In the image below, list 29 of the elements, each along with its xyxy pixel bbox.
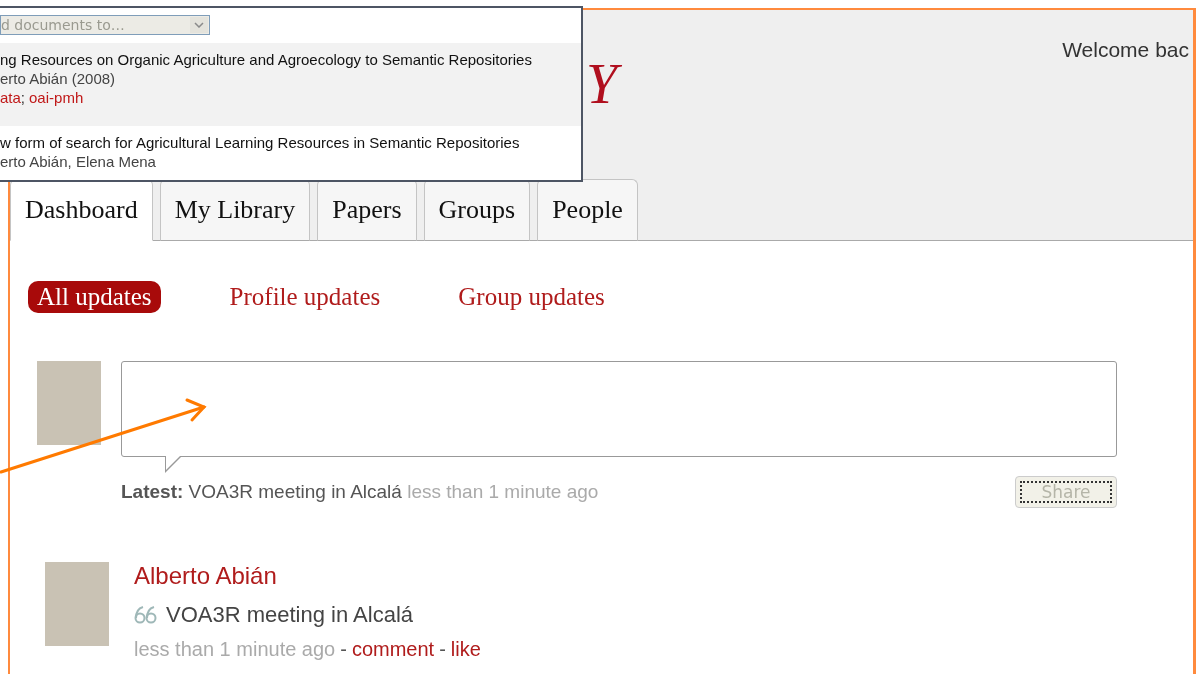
latest-status-text: Latest: VOA3R meeting in Alcalá less than 1 minute ago <box>121 481 599 503</box>
tab[interactable]: Dashboard <box>10 179 153 241</box>
timestamp-text: less than 1 minute ago <box>134 638 336 661</box>
result-item[interactable]: w form of search for Agricultural Learning Resources in Semantic Repositories erto Abián, Elena Mena <box>0 126 581 180</box>
tab[interactable]: Groups <box>423 179 531 241</box>
caret-icon <box>190 17 208 33</box>
tag-link[interactable]: ata <box>0 89 21 106</box>
welcome-text: Welcome bac <box>1062 38 1189 62</box>
user-name-link[interactable]: Alberto Abián <box>134 562 481 590</box>
separator-text: ; <box>20 89 26 106</box>
result-item[interactable]: ng Resources on Organic Agriculture and Agroecology to Semantic Repositories erto Abián (2008) ata; oai-pmh <box>0 43 581 126</box>
separator-text: - <box>340 638 347 661</box>
like-link[interactable]: like <box>450 638 481 661</box>
comment-link[interactable]: comment <box>351 638 435 661</box>
status-text: VOA3R meeting in Alcalá <box>166 602 414 628</box>
result-title: w form of search for Agricultural Learning Resources in Semantic Repositories <box>0 134 521 151</box>
result-title: ng Resources on Organic Agriculture and Agroecology to Semantic Repositories <box>0 51 533 68</box>
filter-link[interactable]: Profile updates <box>220 281 390 313</box>
tab[interactable]: People <box>537 179 638 241</box>
filter-link[interactable]: All updates <box>28 281 161 313</box>
status-input-field[interactable] <box>121 361 1117 474</box>
filter-link[interactable]: Group updates <box>449 281 614 313</box>
quote-icon <box>134 605 158 625</box>
tag-link[interactable]: oai-pmh <box>29 89 84 106</box>
result-authors: erto Abián, Elena Mena <box>0 153 157 170</box>
tab[interactable]: Papers <box>317 179 417 241</box>
tab[interactable]: My Library <box>159 179 311 241</box>
result-authors: erto Abián (2008) <box>0 70 117 87</box>
separator-text: - <box>439 638 446 661</box>
